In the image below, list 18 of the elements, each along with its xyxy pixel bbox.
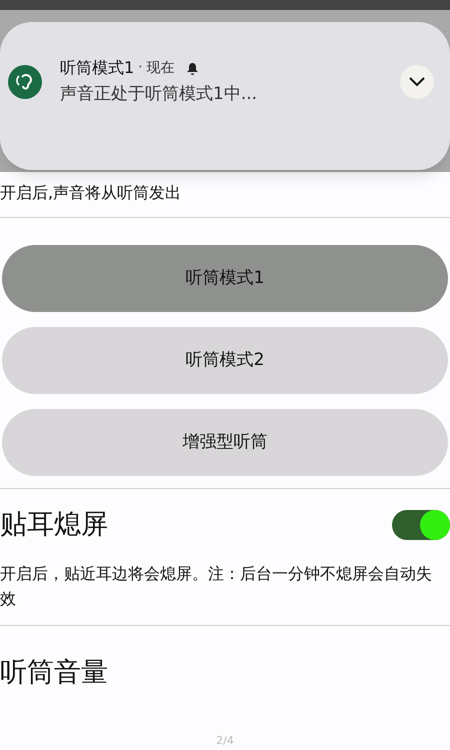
ear-icon	[8, 64, 42, 99]
notification-text: 声音正处于听筒模式1中...	[60, 83, 258, 106]
section-title: 听筒音量	[0, 656, 108, 690]
bell-icon	[186, 62, 200, 74]
separator-dot: ·	[138, 59, 142, 78]
notification-time: 现在	[146, 58, 174, 78]
toggle-switch[interactable]	[392, 510, 450, 540]
chevron-down-icon	[409, 76, 425, 87]
page-indicator: 2/4	[215, 732, 235, 748]
section-description: 开启后，贴近耳边将会熄屏。注：后台一分钟不熄屏会自动失效	[0, 563, 433, 610]
mode-option-button[interactable]: 增强型听筒	[2, 409, 448, 476]
mode-option-button[interactable]: 听筒模式2	[2, 327, 448, 394]
mode-option-button[interactable]: 听筒模式1	[2, 245, 448, 312]
notification-app-name: 听筒模式1	[60, 57, 134, 79]
section-description: 开启后,声音将从听筒发出	[0, 182, 182, 204]
notification-card[interactable]: 听筒模式1 · 现在 声音正处于听筒模式1中...	[0, 22, 450, 170]
section-title: 贴耳熄屏	[0, 508, 108, 542]
expand-button[interactable]	[400, 64, 434, 99]
